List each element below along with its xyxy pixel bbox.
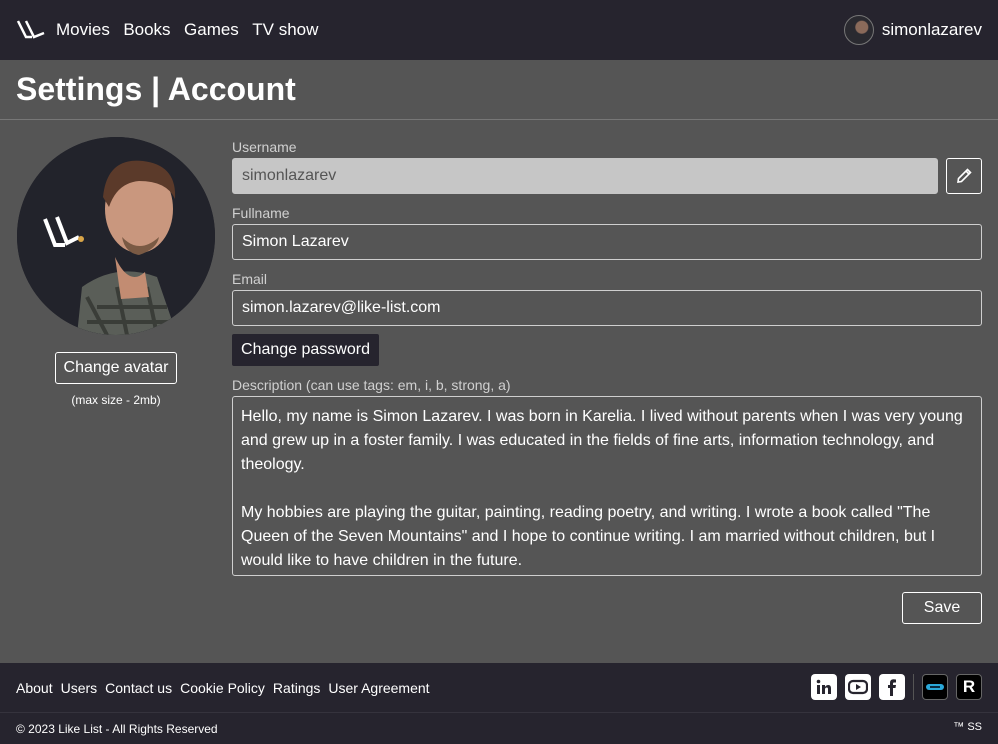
like-list-logo-icon[interactable] [16, 19, 46, 41]
description-paragraph: Hello, my name is Simon Lazarev. I was b… [241, 408, 963, 473]
nav-movies[interactable]: Movies [56, 20, 110, 39]
page-title: Settings | Account [16, 71, 296, 107]
avatar [843, 15, 874, 45]
youtube-icon[interactable] [845, 674, 871, 700]
email-field[interactable]: simon.lazarev@like-list.com [232, 290, 982, 326]
profile-avatar [17, 137, 215, 335]
avatar-max-size-note: (max size - 2mb) [71, 393, 161, 407]
top-navbar: Movies Books Games TV show simonlazarev [0, 0, 998, 60]
copyright-text: © 2023 Like List - All Rights Reserved [16, 722, 218, 736]
footer-link-contact-us[interactable]: Contact us [105, 680, 172, 696]
r-icon[interactable]: R [956, 674, 982, 700]
divider [913, 674, 914, 700]
pencil-icon [957, 168, 972, 183]
username-label: Username [232, 139, 297, 155]
page-header: Settings | Account [0, 60, 998, 120]
linkedin-icon[interactable] [811, 674, 837, 700]
username-field[interactable]: simonlazarev [232, 158, 938, 194]
user-menu[interactable]: simonlazarev [843, 15, 982, 45]
footer: About Users Contact us Cookie Policy Rat… [0, 663, 998, 712]
nav-tv-show[interactable]: TV show [252, 20, 318, 39]
trademark-text: ™ SS [953, 721, 982, 733]
footer-link-about[interactable]: About [16, 680, 53, 696]
header-username: simonlazarev [881, 20, 982, 39]
save-button[interactable]: Save [902, 592, 982, 624]
social-links: R [803, 674, 982, 700]
fullname-field[interactable]: Simon Lazarev [232, 224, 982, 260]
main-nav: Movies Books Games TV show [56, 20, 327, 40]
nav-games[interactable]: Games [184, 20, 239, 39]
footer-link-ratings[interactable]: Ratings [273, 680, 320, 696]
description-paragraph: My hobbies are playing the guitar, paint… [241, 504, 936, 569]
email-label: Email [232, 271, 268, 287]
nav-books[interactable]: Books [123, 20, 170, 39]
copyright-bar: © 2023 Like List - All Rights Reserved ™… [0, 712, 998, 744]
change-avatar-button[interactable]: Change avatar [55, 352, 177, 384]
footer-link-cookie-policy[interactable]: Cookie Policy [180, 680, 265, 696]
r-icon-label: R [962, 677, 976, 696]
app-icon[interactable] [922, 674, 948, 700]
footer-link-user-agreement[interactable]: User Agreement [328, 680, 429, 696]
edit-username-button[interactable] [946, 158, 982, 194]
fullname-label: Fullname [232, 205, 290, 221]
footer-link-users[interactable]: Users [61, 680, 98, 696]
description-textarea[interactable]: Hello, my name is Simon Lazarev. I was b… [232, 396, 982, 576]
change-password-button[interactable]: Change password [232, 334, 379, 366]
facebook-icon[interactable] [879, 674, 905, 700]
description-label: Description (can use tags: em, i, b, str… [232, 377, 511, 393]
